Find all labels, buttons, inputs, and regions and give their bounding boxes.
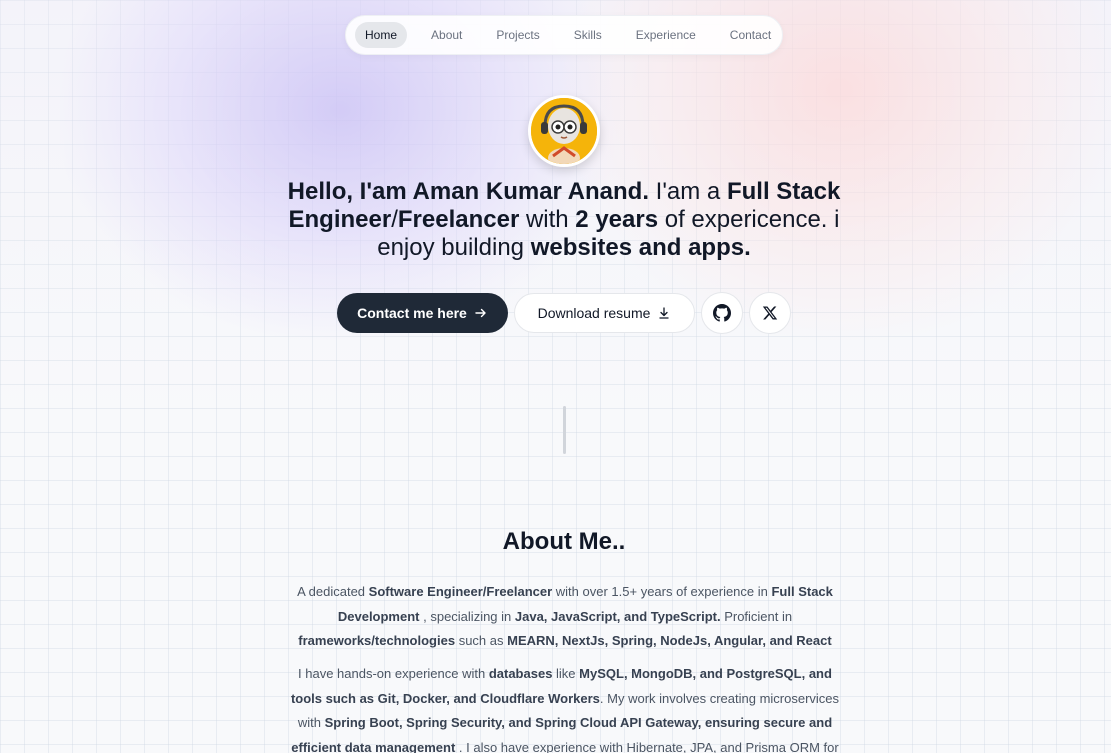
nav-about[interactable]: About — [421, 22, 472, 48]
nav-home[interactable]: Home — [355, 22, 408, 48]
about-p1-bold-text: MEARN, NextJs, Spring, NodeJs, Angular, … — [507, 633, 832, 648]
github-button[interactable] — [701, 292, 743, 334]
avatar — [528, 95, 600, 167]
nav-projects[interactable]: Projects — [486, 22, 549, 48]
hero-bold-text: websites and apps. — [530, 234, 751, 261]
scroll-divider — [563, 406, 566, 454]
about-p1-text: with over 1.5+ years of experience in — [552, 584, 772, 599]
about-paragraph-1: A dedicated Software Engineer/Freelancer… — [285, 580, 845, 654]
about-p1-text: Proficient in — [720, 608, 793, 624]
download-resume-label: Download resume — [537, 305, 651, 321]
about-p2-text: I have hands-on experience with — [298, 666, 489, 681]
about-p1-bold-text: Software Engineer/Freelancer — [368, 584, 553, 599]
download-icon — [657, 306, 671, 320]
hero-intro: Hello, I'am Aman Kumar Anand. I'am a Ful… — [280, 178, 848, 262]
hero-bold-text: Hello, I'am Aman Kumar Anand. — [287, 178, 649, 205]
about-p1-text: A dedicated — [297, 584, 369, 599]
hero-bold-text: Freelancer — [397, 206, 520, 233]
download-resume-button[interactable]: Download resume — [514, 293, 695, 333]
about-title: About Me.. — [502, 528, 626, 555]
github-icon — [713, 304, 731, 322]
hero-bold-text: 2 years — [575, 206, 659, 233]
contact-button[interactable]: Contact me here — [337, 293, 508, 333]
about-p1-text: , specializing in — [419, 608, 515, 624]
hero-text: with — [519, 206, 576, 233]
about-p2-bold-text: databases — [488, 666, 553, 681]
about-p1-bold-text: Java, JavaScript, and TypeScript. — [514, 608, 721, 624]
about-p2-text: . I also have experience with Hibernate,… — [458, 739, 839, 753]
nav-experience[interactable]: Experience — [626, 22, 706, 48]
avatar-headphones-character-icon — [531, 98, 597, 164]
x-twitter-button[interactable] — [749, 292, 791, 334]
contact-button-label: Contact me here — [357, 305, 467, 321]
about-paragraph-2: I have hands-on experience with database… — [285, 662, 845, 753]
x-icon — [762, 306, 778, 320]
about-p1-text: such as — [455, 633, 508, 648]
hero-text: / — [391, 206, 398, 233]
nav-skills[interactable]: Skills — [564, 22, 612, 48]
top-navigation: Home About Projects Skills Experience Co… — [345, 15, 783, 55]
about-p2-text: like — [552, 666, 580, 681]
nav-contact[interactable]: Contact — [720, 22, 781, 48]
arrow-right-icon — [474, 306, 488, 320]
about-p1-bold-text: frameworks/technologies — [298, 633, 456, 648]
hero-text: I'am a — [649, 178, 727, 205]
